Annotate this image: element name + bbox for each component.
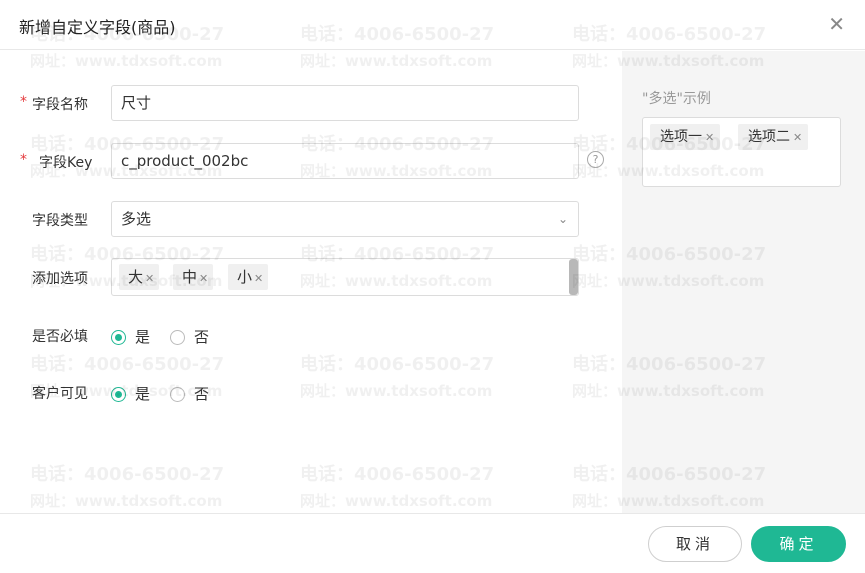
chevron-down-icon: ⌄ [557,212,568,226]
option-tag: 大 ✕ [119,264,160,290]
example-tag: 选项二 ✕ [738,124,809,150]
watermark-phone: 电话：4006-6500-27 [300,354,495,375]
example-title: "多选"示例 [642,91,711,107]
required-yes-radio[interactable] [111,330,126,345]
example-select-box: 选项一 ✕ 选项二 ✕ [642,117,841,187]
example-panel: "多选"示例 选项一 ✕ 选项二 ✕ [622,51,865,513]
watermark-url: 网址：www.tdxsoft.com [300,492,493,510]
watermark-phone: 电话：4006-6500-27 [300,464,495,485]
visible-no-radio[interactable] [170,387,185,402]
watermark-phone: 电话：4006-6500-27 [30,354,225,375]
watermark-phone: 电话：4006-6500-27 [30,464,225,485]
option-tag: 中 ✕ [173,264,214,290]
watermark-url: 网址：www.tdxsoft.com [300,382,493,400]
question-circle-icon[interactable]: ? [587,151,604,168]
close-icon[interactable]: ✕ [828,12,845,36]
tag-close-icon[interactable]: ✕ [254,272,263,285]
visible-no-label: 否 [194,385,210,403]
watermark-url: 网址：www.tdxsoft.com [30,492,223,510]
required-yes-label: 是 [135,328,151,346]
watermark-url: 网址：www.tdxsoft.com [300,52,493,70]
confirm-button[interactable]: 确定 [751,526,846,562]
field-key-input[interactable]: c_product_002bc [111,143,579,179]
example-tag: 选项一 ✕ [650,124,721,150]
field-name-input[interactable]: 尺寸 [111,85,579,121]
field-key-label: 字段Key [39,155,93,171]
required-no-label: 否 [194,328,210,346]
option-tag: 小 ✕ [228,264,269,290]
tag-close-icon[interactable]: ✕ [145,272,154,285]
cancel-button[interactable]: 取消 [648,526,742,562]
field-type-label: 字段类型 [32,213,88,229]
required-mark: * [20,152,27,168]
field-name-label: 字段名称 [32,97,88,113]
dialog-footer: 取消 确定 [0,513,865,573]
dialog-header: 新增自定义字段(商品) ✕ [0,0,865,50]
field-type-select[interactable]: 多选 ⌄ [111,201,579,237]
tag-close-icon[interactable]: ✕ [199,272,208,285]
options-tag-input[interactable]: 大 ✕ 中 ✕ 小 ✕ [111,258,579,296]
visible-yes-label: 是 [135,385,151,403]
tag-close-icon: ✕ [793,131,803,144]
scrollbar[interactable] [569,259,578,295]
options-label: 添加选项 [32,271,88,287]
required-no-radio[interactable] [170,330,185,345]
dialog-title: 新增自定义字段(商品) [19,18,176,37]
customer-visible-label: 客户可见 [32,386,88,402]
required-mark: * [20,94,27,110]
tag-close-icon: ✕ [705,131,715,144]
required-field-label: 是否必填 [32,329,88,345]
dialog: 新增自定义字段(商品) ✕ "多选"示例 选项一 ✕ 选项二 ✕ * 字段名称 尺寸… [0,0,865,573]
visible-yes-radio[interactable] [111,387,126,402]
watermark-url: 网址：www.tdxsoft.com [30,52,223,70]
